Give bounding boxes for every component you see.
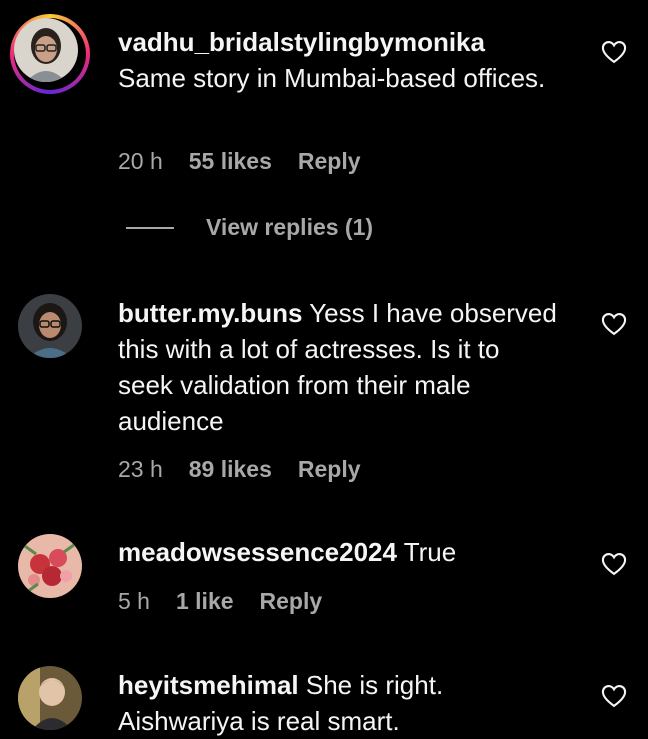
comment-meta: 20 h 55 likes Reply: [118, 148, 361, 175]
view-replies-label: View replies (1): [206, 214, 374, 240]
username[interactable]: heyitsmehimal: [118, 670, 299, 700]
child-photo-icon: [18, 666, 82, 730]
avatar[interactable]: [18, 294, 82, 358]
comment-body: butter.my.buns Yess I have observed this…: [118, 295, 558, 439]
timestamp: 20 h: [118, 148, 163, 174]
comment-text: Same story in Mumbai-based offices.: [118, 63, 546, 93]
comment-meta: 23 h 89 likes Reply: [118, 456, 361, 483]
comment-meta: 5 h 1 like Reply: [118, 588, 322, 615]
comment-body: meadowsessence2024 True: [118, 534, 558, 570]
username[interactable]: meadowsessence2024: [118, 537, 397, 567]
likes-count[interactable]: 55 likes: [189, 148, 272, 175]
avatar[interactable]: [18, 666, 82, 730]
comment-body: heyitsmehimal She is right. Aishwariya i…: [118, 667, 558, 739]
avatar-story-ring[interactable]: [10, 14, 90, 94]
comment-body: vadhu_bridalstylingbymonika Same story i…: [118, 24, 558, 96]
username[interactable]: vadhu_bridalstylingbymonika: [118, 27, 485, 57]
heart-outline-icon[interactable]: [600, 38, 628, 66]
timestamp: 23 h: [118, 456, 163, 482]
user-photo-icon: [14, 18, 78, 82]
heart-outline-icon[interactable]: [600, 550, 628, 578]
reply-button[interactable]: Reply: [298, 456, 361, 483]
heart-outline-icon[interactable]: [600, 682, 628, 710]
reply-button[interactable]: Reply: [298, 148, 361, 175]
timestamp: 5 h: [118, 588, 150, 614]
flower-photo-icon: [18, 534, 82, 598]
divider-line: [126, 226, 174, 229]
comment-text: True: [403, 537, 457, 567]
likes-count[interactable]: 1 like: [176, 588, 234, 615]
reply-button[interactable]: Reply: [260, 588, 323, 615]
user-photo-icon: [18, 294, 82, 358]
heart-outline-icon[interactable]: [600, 310, 628, 338]
likes-count[interactable]: 89 likes: [189, 456, 272, 483]
view-replies-button[interactable]: View replies (1): [126, 214, 373, 241]
username[interactable]: butter.my.buns: [118, 298, 302, 328]
avatar[interactable]: [18, 534, 82, 598]
